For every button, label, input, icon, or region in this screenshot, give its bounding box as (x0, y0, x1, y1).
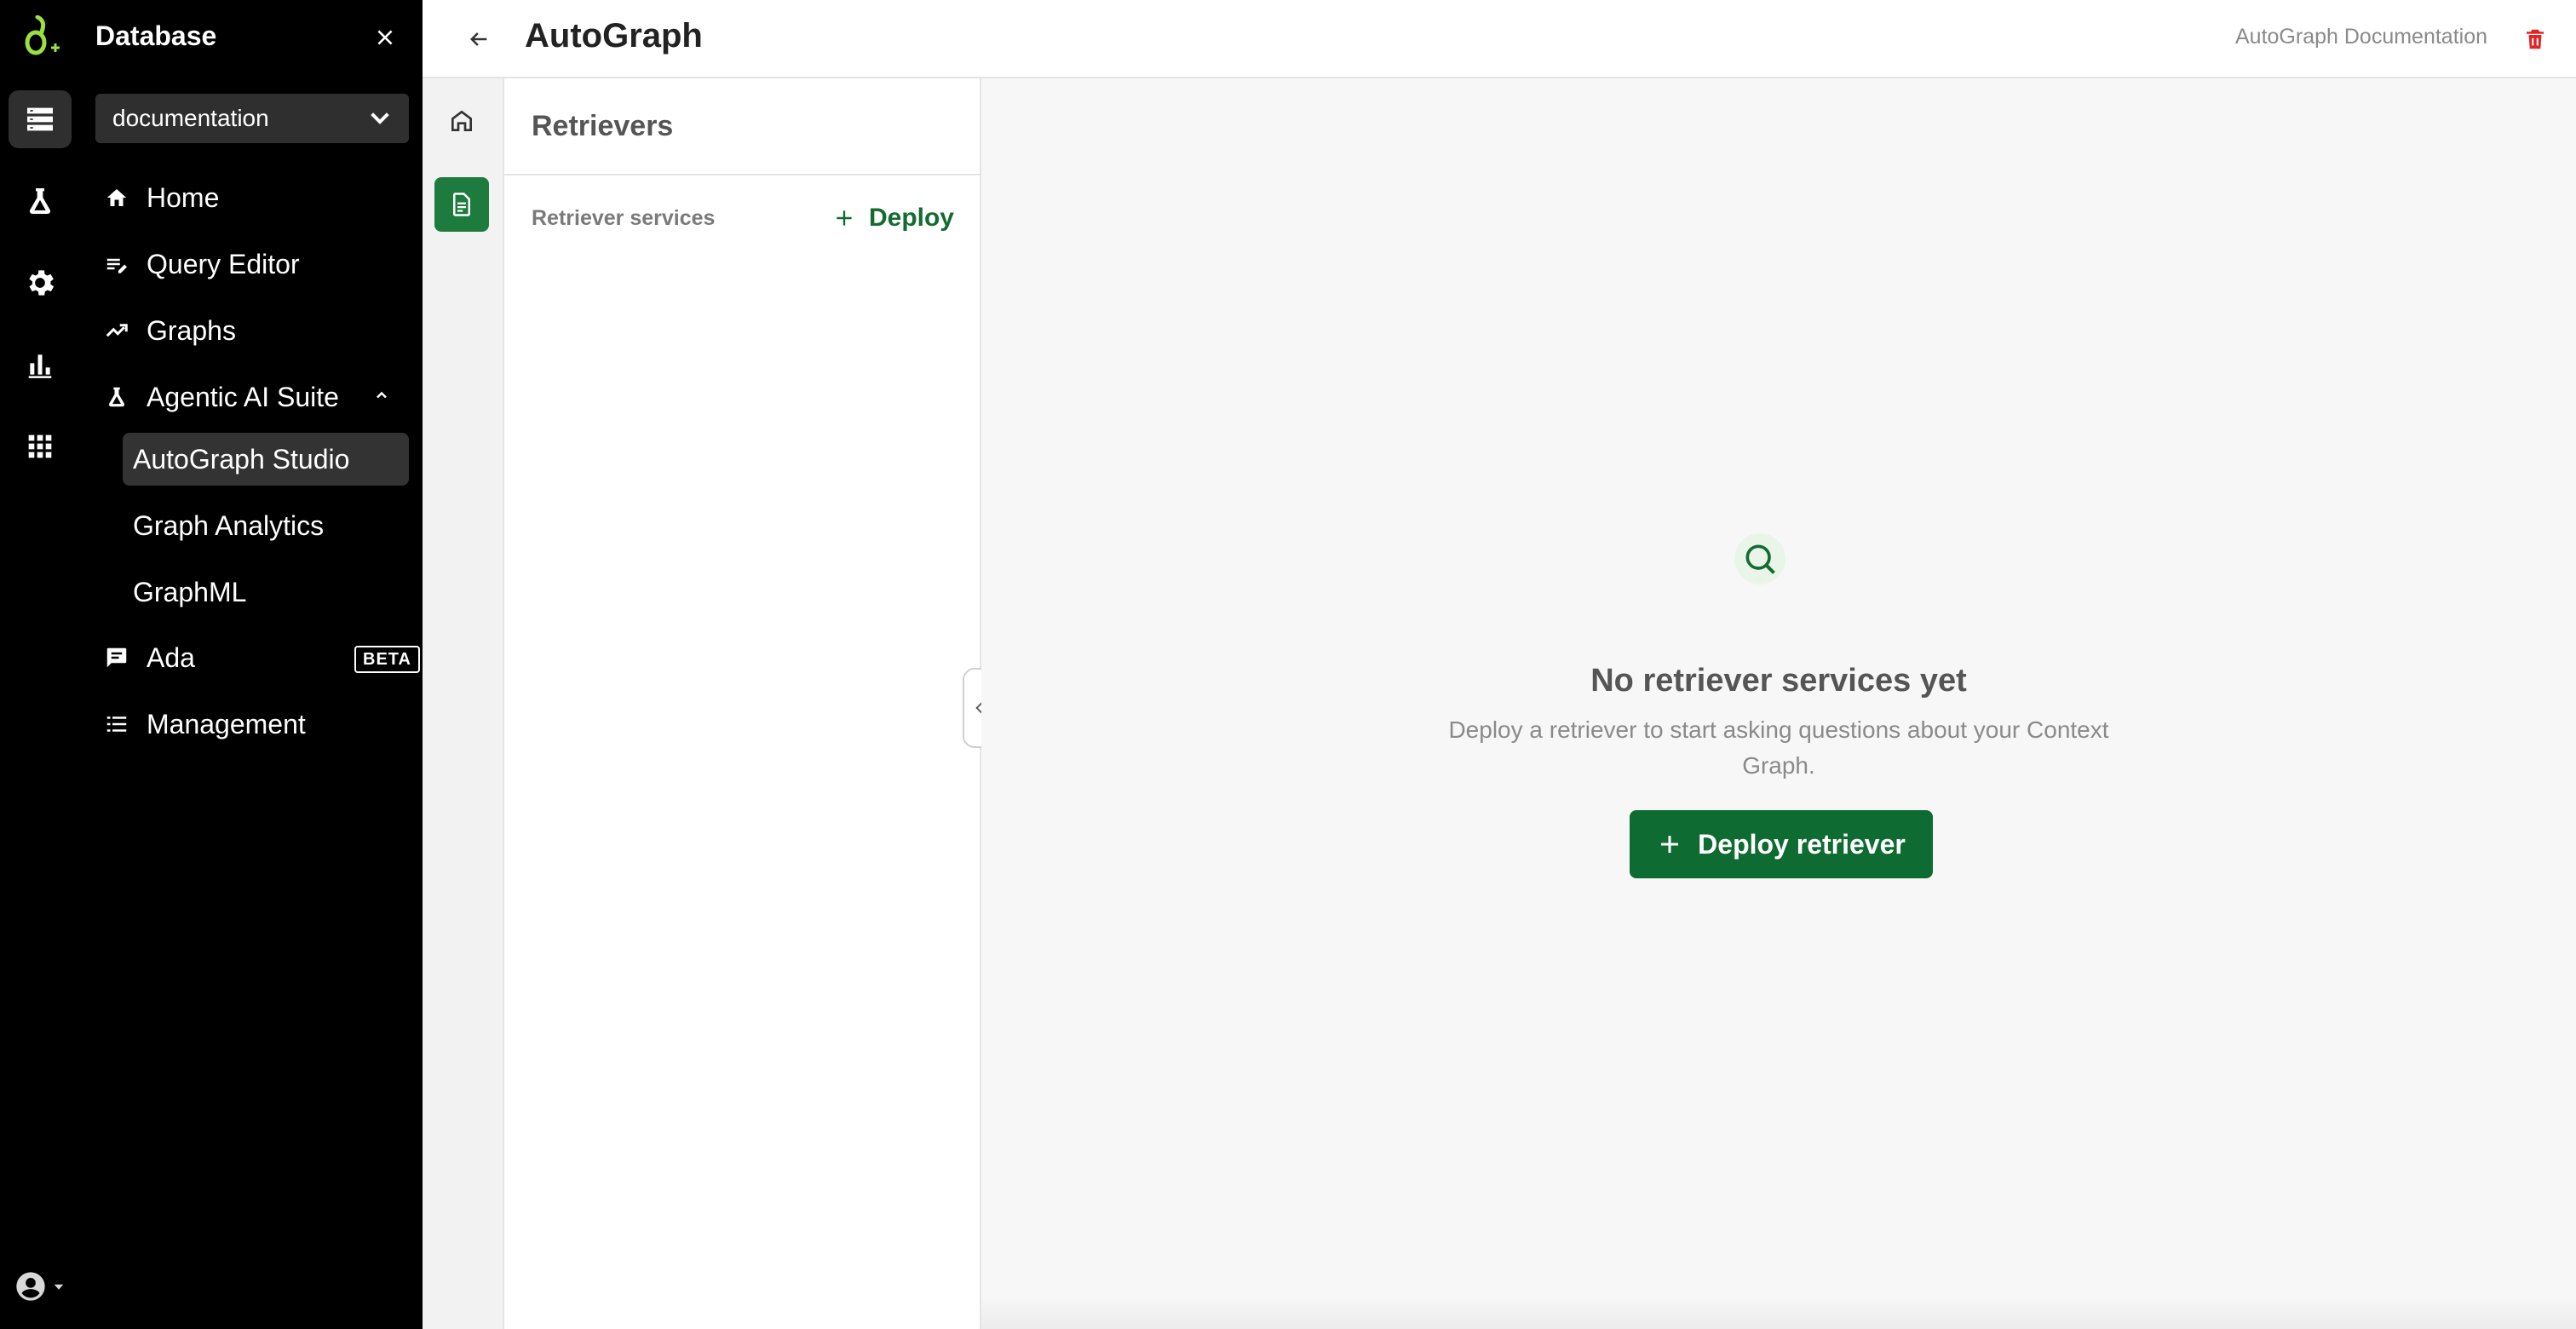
nav-graphs-label: Graphs (147, 314, 236, 346)
nav-graph-analytics[interactable]: Graph Analytics (123, 499, 409, 552)
secondary-rail (423, 78, 504, 1329)
nav-agentic-ai-suite[interactable]: Agentic AI Suite (104, 371, 404, 423)
flask-icon (108, 387, 125, 407)
page-header: AutoGraph AutoGraph Documentation (423, 0, 2576, 78)
document-icon (453, 193, 470, 216)
deploy-link-button[interactable]: Deploy (833, 204, 954, 233)
icon-rail (0, 0, 82, 1329)
chevron-down-icon (371, 112, 389, 124)
nav-autograph-studio[interactable]: AutoGraph Studio (123, 433, 409, 486)
apps-grid-icon (28, 434, 52, 458)
user-menu-button[interactable] (9, 1264, 72, 1309)
deploy-retriever-label: Deploy retriever (1698, 828, 1906, 860)
nav-ada-label: Ada (147, 641, 195, 673)
nav-management[interactable]: Management (104, 699, 404, 750)
rail-flask-button[interactable] (9, 172, 72, 230)
caret-down-icon (54, 1284, 64, 1290)
trending-up-icon (106, 324, 128, 337)
nav-query-editor[interactable]: Query Editor (104, 239, 404, 290)
database-icon (27, 107, 53, 131)
documentation-link[interactable]: AutoGraph Documentation (2235, 25, 2487, 49)
rail-apps-button[interactable] (9, 417, 72, 475)
back-button[interactable] (460, 20, 497, 58)
nav-home[interactable]: Home (104, 172, 404, 223)
nav-autograph-studio-label: AutoGraph Studio (133, 443, 350, 475)
app-logo-icon[interactable] (19, 14, 63, 60)
rail-analytics-button[interactable] (9, 336, 72, 394)
nav-agentic-ai-suite-label: Agentic AI Suite (147, 381, 339, 412)
chat-icon (106, 647, 127, 668)
deploy-retriever-button[interactable]: Deploy retriever (1630, 810, 1933, 878)
list-icon (106, 716, 127, 732)
home-outline-icon (451, 110, 472, 131)
delete-button[interactable] (2516, 20, 2554, 58)
bar-chart-icon (28, 354, 52, 378)
deploy-link-label: Deploy (868, 204, 954, 232)
nav-graphml[interactable]: GraphML (123, 566, 409, 618)
nav-home-label: Home (147, 181, 220, 213)
chevron-up-icon (377, 391, 387, 399)
rail-settings-button[interactable] (9, 254, 72, 312)
database-sidebar: Database documentation Home Query Editor… (82, 0, 423, 1329)
trash-icon (2527, 29, 2544, 49)
home-icon (106, 189, 127, 206)
bottom-shade (981, 1295, 2576, 1329)
plus-icon (837, 210, 852, 226)
sidebar-title: Database (95, 20, 217, 51)
arrow-left-icon (470, 32, 487, 46)
panel-title: Retrievers (504, 78, 980, 175)
retrievers-tab-button[interactable] (434, 177, 489, 232)
empty-state-description: Deploy a retriever to start asking quest… (1448, 716, 2109, 779)
overview-home-button[interactable] (434, 94, 489, 148)
nav-query-editor-label: Query Editor (147, 248, 300, 279)
nav-management-label: Management (147, 708, 306, 739)
retriever-services-row: Retriever services Deploy (532, 194, 954, 242)
empty-state: No retriever services yet Deploy a retri… (981, 78, 2576, 1329)
nav-graphml-label: GraphML (133, 576, 247, 607)
nav-graphs[interactable]: Graphs (104, 305, 404, 356)
edit-note-icon (106, 258, 127, 273)
database-select-value: documentation (112, 105, 269, 131)
beta-badge: BETA (354, 646, 420, 673)
rail-database-button[interactable] (9, 90, 72, 148)
flask-icon (29, 188, 51, 214)
close-icon (377, 30, 393, 45)
retrievers-panel: Retrievers Retriever services Deploy (504, 78, 997, 1329)
nav-ada[interactable]: Ada BETA (104, 632, 420, 683)
plus-icon (1661, 836, 1679, 853)
retriever-services-label: Retriever services (532, 205, 716, 230)
close-sidebar-button[interactable] (366, 19, 404, 56)
nav-graph-analytics-label: Graph Analytics (133, 509, 325, 541)
database-select[interactable]: documentation (95, 94, 409, 143)
gear-icon (29, 270, 55, 296)
page-title: AutoGraph (525, 17, 703, 55)
search-icon (1734, 533, 1785, 584)
account-circle-icon (16, 1272, 45, 1301)
empty-state-title: No retriever services yet (1590, 663, 1967, 699)
